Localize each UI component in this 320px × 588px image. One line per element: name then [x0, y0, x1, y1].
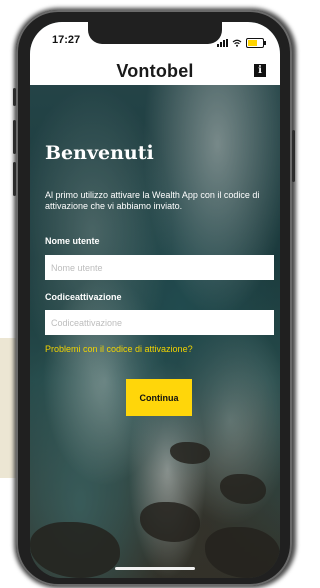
phone-screen: 17:27 Vontobel i Benvenuti Al primo util… [30, 22, 280, 578]
activation-help-link[interactable]: Problemi con il codice di attivazione? [45, 344, 193, 354]
side-button-volume-down [13, 162, 16, 196]
home-indicator[interactable] [115, 567, 195, 570]
intro-text: Al primo utilizzo attivare la Wealth App… [45, 190, 260, 211]
brand-logo: Vontobel [116, 61, 194, 81]
battery-icon [246, 38, 266, 48]
page-title: Benvenuti [45, 142, 154, 164]
username-input[interactable] [45, 255, 274, 280]
wifi-icon [232, 34, 242, 52]
side-button-volume-up [13, 120, 16, 154]
activation-code-label: Codiceattivazione [45, 292, 122, 302]
continue-button[interactable]: Continua [126, 379, 192, 416]
status-time: 17:27 [52, 34, 81, 46]
notch [88, 22, 222, 44]
side-button-silent [13, 88, 16, 106]
side-button-power [292, 130, 295, 182]
info-icon[interactable]: i [254, 64, 266, 77]
app-header: Vontobel i [30, 56, 280, 85]
username-label: Nome utente [45, 236, 100, 246]
activation-code-input[interactable] [45, 310, 274, 335]
status-bar: 17:27 [30, 22, 280, 56]
status-icons [217, 34, 266, 52]
signal-icon [217, 39, 228, 47]
